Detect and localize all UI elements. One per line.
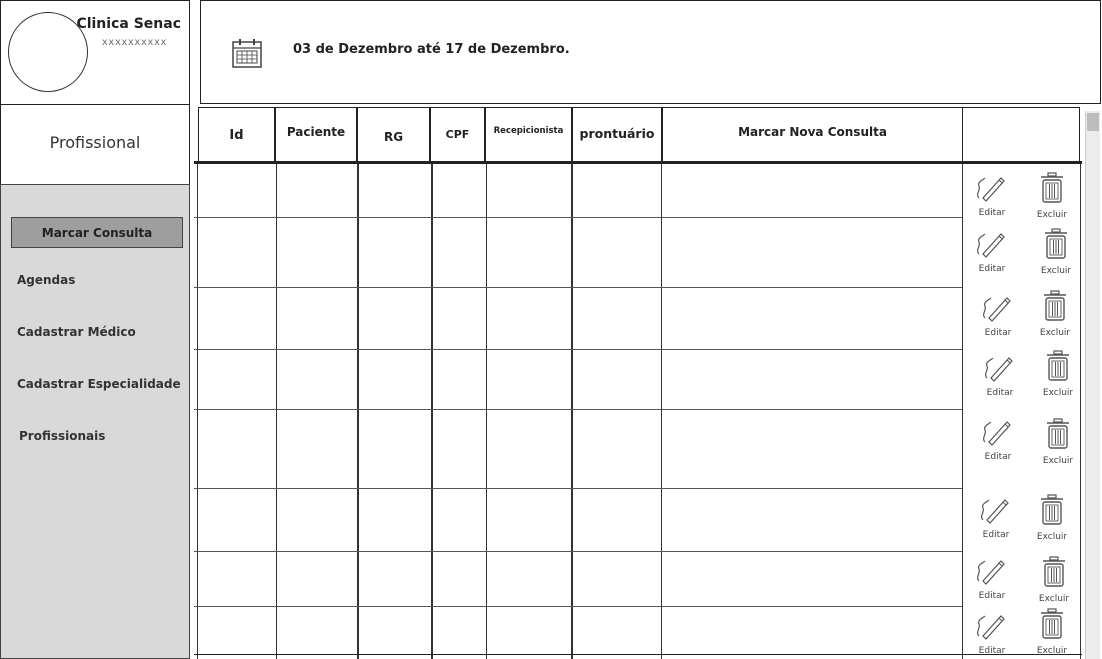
delete-label: Excluir [1036,532,1068,542]
col-header-recepcionista[interactable]: Recepicionista [485,107,572,162]
pencil-icon [973,615,1011,644]
delete-button[interactable]: Excluir [1032,556,1076,604]
trash-icon [1038,172,1066,208]
delete-label: Excluir [1036,210,1068,220]
edit-label: Editar [984,328,1012,338]
edit-button[interactable]: Editar [978,352,1022,398]
delete-button[interactable]: Excluir [1030,494,1074,542]
sidebar: Marcar Consulta Agendas Cadastrar Médico… [0,184,190,659]
col-header-marcar-nova-consulta[interactable]: Marcar Nova Consulta [662,107,963,162]
edit-button[interactable]: Editar [970,228,1014,274]
pencil-icon [973,233,1011,262]
scrollbar[interactable] [1085,111,1100,659]
marcar-consulta-button[interactable]: Marcar Consulta [11,217,183,248]
edit-button[interactable]: Editar [976,416,1020,462]
trash-icon [1038,494,1066,530]
delete-label: Excluir [1042,388,1074,398]
edit-button[interactable]: Editar [974,494,1018,540]
pencil-icon [979,297,1017,326]
clinic-subtitle: xxxxxxxxxx [101,37,167,48]
edit-label: Editar [978,264,1006,274]
edit-label: Editar [978,208,1006,218]
appointments-table: Id Paciente RG CPF Recepicionista prontu… [194,107,1082,659]
delete-label: Excluir [1038,594,1070,604]
sidebar-item-agendas[interactable]: Agendas [17,273,75,287]
edit-button[interactable]: Editar [970,610,1014,656]
sidebar-item-cadastrar-especialidade[interactable]: Cadastrar Especialidade [17,377,181,391]
col-header-prontuario[interactable]: prontuário [572,107,662,162]
delete-button[interactable]: Excluir [1036,350,1080,398]
pencil-icon [973,560,1011,589]
edit-button[interactable]: Editar [976,292,1020,338]
delete-label: Excluir [1042,456,1074,466]
edit-button[interactable]: Editar [970,555,1014,601]
trash-icon [1038,608,1066,644]
delete-label: Excluir [1036,646,1068,656]
delete-button[interactable]: Excluir [1030,172,1074,220]
trash-icon [1041,290,1069,326]
delete-label: Excluir [1040,266,1072,276]
date-range-header: 03 de Dezembro até 17 de Dezembro. [200,0,1101,104]
trash-icon [1040,556,1068,592]
scroll-thumb[interactable] [1087,113,1099,131]
pencil-icon [979,421,1017,450]
date-range-text: 03 de Dezembro até 17 de Dezembro. [293,42,570,57]
clinic-name: Clinica Senac [76,16,181,32]
delete-button[interactable]: Excluir [1030,608,1074,656]
edit-label: Editar [984,452,1012,462]
col-header-actions [962,107,1080,162]
edit-button[interactable]: Editar [970,172,1014,218]
profile-title: Profissional [49,133,141,152]
delete-button[interactable]: Excluir [1033,290,1077,338]
pencil-icon [977,499,1015,528]
col-header-cpf[interactable]: CPF [430,107,485,162]
sidebar-item-cadastrar-medico[interactable]: Cadastrar Médico [17,325,136,339]
clinic-logo-box: Clinica Senac xxxxxxxxxx [0,0,190,105]
calendar-icon [232,39,262,68]
edit-label: Editar [978,646,1006,656]
profile-section: Profissional [0,105,190,185]
delete-button[interactable]: Excluir [1036,418,1080,466]
trash-icon [1044,418,1072,454]
edit-label: Editar [982,530,1010,540]
header-divider [194,161,1082,164]
pencil-icon [981,357,1019,386]
col-header-id[interactable]: Id [198,107,275,162]
delete-button[interactable]: Excluir [1034,228,1078,276]
edit-label: Editar [986,388,1014,398]
sidebar-item-profissionais[interactable]: Profissionais [19,429,105,443]
delete-label: Excluir [1039,328,1071,338]
edit-label: Editar [978,591,1006,601]
trash-icon [1042,228,1070,264]
trash-icon [1044,350,1072,386]
pencil-icon [973,177,1011,206]
col-header-rg[interactable]: RG [357,107,430,162]
col-header-paciente[interactable]: Paciente [275,107,357,162]
